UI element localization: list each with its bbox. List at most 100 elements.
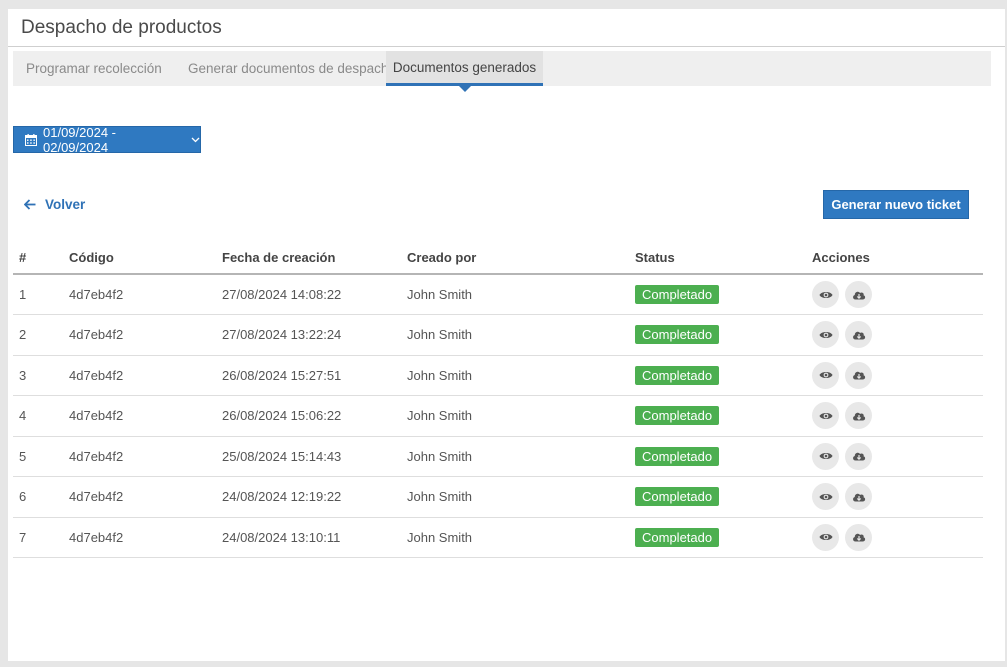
table-header-row: # Código Fecha de creación Creado por St… [13,241,983,275]
cell-status: Completado [635,314,812,356]
chevron-down-icon [191,137,200,143]
cell-actions [812,517,983,558]
table-row: 1 4d7eb4f2 27/08/2024 14:08:22 John Smith Co… [13,274,983,315]
tab-programar-recoleccion[interactable]: Programar recolección [13,51,171,86]
eye-icon [819,330,833,340]
panel-header: Despacho de productos [8,9,1005,47]
cell-date: 24/08/2024 12:19:22 [222,476,407,518]
cell-status: Completado [635,517,812,558]
status-badge: Completado [635,527,720,547]
cloud-download-icon [852,532,866,542]
column-header-actions: Acciones [812,241,983,275]
status-badge: Completado [635,325,720,345]
cell-created-by: John Smith [407,395,635,437]
back-link[interactable]: Volver [24,197,85,212]
cell-number: 6 [13,476,69,518]
view-button[interactable] [812,281,839,308]
arrow-left-icon [24,199,36,210]
cell-actions [812,274,983,315]
cell-code: 4d7eb4f2 [69,355,222,396]
calendar-icon [25,133,37,146]
cell-date: 26/08/2024 15:06:22 [222,395,407,437]
eye-icon [819,411,833,421]
cell-date: 26/08/2024 15:27:51 [222,355,407,396]
cell-actions [812,314,983,356]
column-header-created-by: Creado por [407,241,635,275]
cell-actions [812,476,983,518]
cell-number: 3 [13,355,69,396]
cell-code: 4d7eb4f2 [69,314,222,356]
cell-number: 1 [13,274,69,315]
cloud-download-icon [852,330,866,340]
cell-code: 4d7eb4f2 [69,436,222,477]
documents-table: # Código Fecha de creación Creado por St… [13,241,983,558]
download-button[interactable] [845,402,872,430]
view-button[interactable] [812,402,839,430]
download-button[interactable] [845,442,872,470]
view-button[interactable] [812,483,839,511]
eye-icon [819,451,833,461]
cell-number: 4 [13,395,69,437]
status-badge: Completado [635,406,720,426]
cell-date: 27/08/2024 14:08:22 [222,274,407,315]
cell-code: 4d7eb4f2 [69,476,222,518]
cell-created-by: John Smith [407,274,635,315]
back-label: Volver [45,197,86,212]
tab-documentos-generados[interactable]: Documentos generados [386,51,543,92]
tab-bar: Programar recolección Generar documentos… [13,51,991,92]
cell-date: 27/08/2024 13:22:24 [222,314,407,356]
cell-code: 4d7eb4f2 [69,517,222,558]
column-header-status: Status [635,241,812,275]
status-badge: Completado [635,446,720,466]
download-button[interactable] [845,361,872,389]
download-button[interactable] [845,321,872,349]
table-row: 7 4d7eb4f2 24/08/2024 13:10:11 John Smith Co… [13,517,983,558]
eye-icon [819,370,833,380]
cell-status: Completado [635,274,812,315]
table-row: 6 4d7eb4f2 24/08/2024 12:19:22 John Smith Co… [13,476,983,518]
cell-status: Completado [635,436,812,477]
date-range-picker[interactable]: 01/09/2024 - 02/09/2024 [13,124,201,155]
view-button[interactable] [812,442,839,470]
status-badge: Completado [635,285,720,304]
new-ticket-button[interactable]: Generar nuevo ticket [823,190,969,219]
status-badge: Completado [635,487,720,507]
cell-code: 4d7eb4f2 [69,395,222,437]
status-badge: Completado [635,365,720,385]
cell-created-by: John Smith [407,355,635,396]
cell-code: 4d7eb4f2 [69,274,222,315]
date-range-value: 01/09/2024 - 02/09/2024 [43,124,117,155]
cell-date: 25/08/2024 15:14:43 [222,436,407,477]
page-title: Despacho de productos [21,16,222,38]
cell-created-by: John Smith [407,517,635,558]
cell-actions [812,355,983,396]
cell-number: 2 [13,314,69,356]
cell-status: Completado [635,355,812,396]
table-row: 5 4d7eb4f2 25/08/2024 15:14:43 John Smith Co… [13,436,983,477]
download-button[interactable] [845,483,872,511]
view-button[interactable] [812,321,839,349]
cloud-download-icon [852,492,866,502]
view-button[interactable] [812,361,839,389]
column-header-code: Código [69,241,222,275]
cloud-download-icon [852,451,866,461]
column-header-date: Fecha de creación [222,241,407,275]
download-button[interactable] [845,523,872,551]
table-row: 4 4d7eb4f2 26/08/2024 15:06:22 John Smith Co… [13,395,983,437]
table-row: 3 4d7eb4f2 26/08/2024 15:27:51 John Smith Co… [13,355,983,396]
cell-created-by: John Smith [407,314,635,356]
cell-number: 5 [13,436,69,477]
cell-status: Completado [635,395,812,437]
cell-date: 24/08/2024 13:10:11 [222,517,407,558]
eye-icon [819,290,833,300]
cloud-download-icon [852,290,866,300]
tab-generar-documentos[interactable]: Generar documentos de despacho [171,51,396,86]
view-button[interactable] [812,523,839,551]
cell-status: Completado [635,476,812,518]
download-button[interactable] [845,281,872,308]
eye-icon [819,492,833,502]
cell-created-by: John Smith [407,476,635,518]
eye-icon [819,532,833,542]
cell-number: 7 [13,517,69,558]
cloud-download-icon [852,370,866,380]
